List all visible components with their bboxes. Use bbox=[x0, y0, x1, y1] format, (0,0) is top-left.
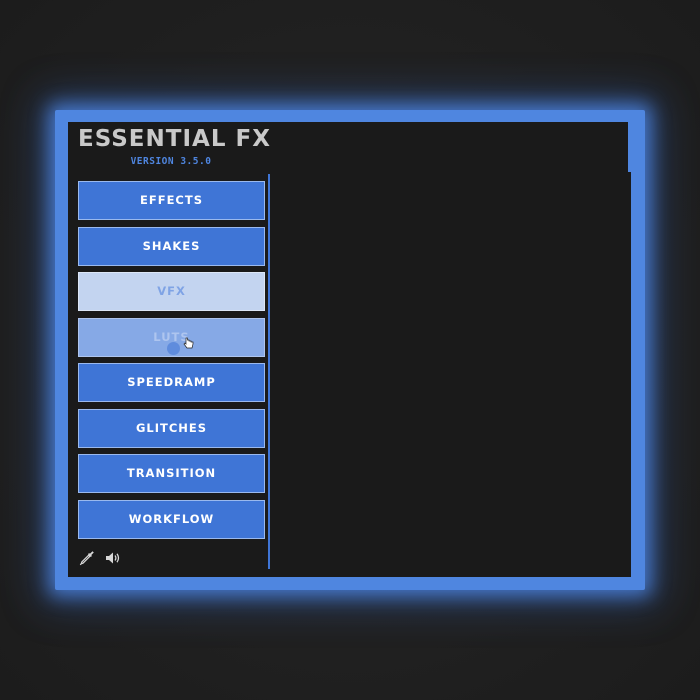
panel-content: ESSENTIAL FX VERSION 3.5.0 EFFECTS SHAKE… bbox=[68, 122, 631, 577]
workflow-label: WORKFLOW bbox=[128, 511, 215, 526]
shakes-label: SHAKES bbox=[142, 238, 201, 253]
category-menu: EFFECTS SHAKES VFX LUTS SPEEDRAMP GLITCH… bbox=[78, 181, 265, 545]
eyedropper-icon[interactable] bbox=[78, 549, 96, 567]
glitches-button[interactable]: GLITCHES bbox=[78, 408, 265, 448]
version-label: VERSION 3.5.0 bbox=[130, 156, 212, 167]
speedramp-label: SPEEDRAMP bbox=[127, 375, 216, 389]
stage: ESSENTIAL FX VERSION 3.5.0 EFFECTS SHAKE… bbox=[0, 0, 700, 700]
luts-button[interactable]: LUTS bbox=[78, 317, 265, 357]
speedramp-button[interactable]: SPEEDRAMP bbox=[78, 363, 265, 402]
footer-toolbar bbox=[78, 548, 122, 568]
app-title: ESSENTIAL FX bbox=[78, 126, 271, 152]
hand-cursor-icon bbox=[183, 337, 194, 348]
scrollbar-strip bbox=[628, 122, 631, 172]
vfx-label: VFX bbox=[157, 284, 186, 298]
sidebar-divider bbox=[268, 174, 270, 569]
shakes-button[interactable]: SHAKES bbox=[78, 226, 265, 266]
transition-button[interactable]: TRANSITION bbox=[78, 454, 265, 493]
vfx-button[interactable]: VFX bbox=[78, 272, 265, 311]
effects-button[interactable]: EFFECTS bbox=[78, 181, 265, 220]
essential-fx-panel: ESSENTIAL FX VERSION 3.5.0 EFFECTS SHAKE… bbox=[55, 110, 645, 590]
speaker-icon[interactable] bbox=[104, 549, 122, 567]
transition-label: TRANSITION bbox=[126, 466, 217, 480]
glitches-label: GLITCHES bbox=[135, 420, 208, 435]
click-indicator bbox=[167, 341, 180, 355]
workflow-button[interactable]: WORKFLOW bbox=[78, 499, 265, 539]
effects-label: EFFECTS bbox=[140, 193, 203, 207]
